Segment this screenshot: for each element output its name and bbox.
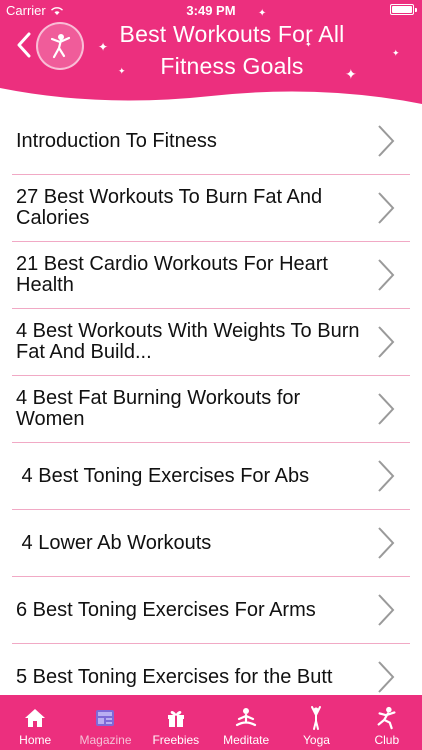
tab-home[interactable]: Home [0,695,70,750]
list-item[interactable]: 27 Best Workouts To Burn Fat And Calorie… [12,175,410,242]
yoga-icon [304,706,328,730]
home-icon [23,706,47,730]
list-item[interactable]: 4 Lower Ab Workouts [12,510,410,577]
chevron-left-icon [17,32,31,58]
app-header: Carrier 3:49 PM Best Workouts For All Fi… [0,0,422,108]
tab-label: Yoga [303,733,330,747]
tab-magazine[interactable]: Magazine [70,695,140,750]
list-item-label: 27 Best Workouts To Burn Fat And Calorie… [16,186,323,229]
chevron-right-icon [378,259,395,291]
tab-label: Home [19,733,52,747]
app-logo [36,22,84,70]
tab-label: Magazine [79,733,132,747]
chevron-right-icon [378,661,395,693]
list-item[interactable]: 4 Best Fat Burning Workouts for Women [12,376,410,443]
fitness-figure-icon [50,34,71,59]
list-item[interactable]: 4 Best Workouts With Weights To Burn Fat… [12,309,410,376]
list-item-label: 6 Best Toning Exercises For Arms [16,598,316,621]
tab-label: Freebies [152,733,200,747]
sparkle-icon: ✦ [118,66,126,76]
meditate-icon [234,706,258,730]
list-item[interactable]: Introduction To Fitness [12,108,410,175]
back-button[interactable] [16,32,36,62]
tab-label: Club [374,733,400,747]
list-item-label: Introduction To Fitness [16,129,217,152]
list-item[interactable]: 5 Best Toning Exercises for the Butt [12,644,410,695]
list-item-label: 4 Lower Ab Workouts [16,531,212,554]
page-title: Best Workouts For All Fitness Goals [119,21,345,79]
sparkle-icon: ✦ [345,66,357,82]
sparkle-icon: ✦ [392,48,400,58]
tab-yoga[interactable]: Yoga [281,695,351,750]
club-icon [375,706,399,730]
list-item-label: 21 Best Cardio Workouts For Heart Health [16,253,328,296]
tab-bar: Home Magazine Freebies Meditate Yoga Clu… [0,695,422,750]
status-time: 3:49 PM [186,3,236,18]
chevron-right-icon [378,326,395,358]
list-item-label: 4 Best Workouts With Weights To Burn Fat… [16,320,360,363]
list-item[interactable]: 6 Best Toning Exercises For Arms [12,577,410,644]
list-item[interactable]: 4 Best Toning Exercises For Abs [12,443,410,510]
sparkle-icon: ✦ [258,8,267,19]
tab-freebies[interactable]: Freebies [141,695,211,750]
sparkle-icon: ✦ [98,40,109,54]
chevron-right-icon [378,192,395,224]
chevron-right-icon [378,594,395,626]
battery-icon [390,4,417,15]
list-item[interactable]: 21 Best Cardio Workouts For Heart Health [12,242,410,309]
chevron-right-icon [378,460,395,492]
chevron-right-icon [378,125,395,157]
list-item-label: 4 Best Toning Exercises For Abs [16,464,310,487]
article-list: Introduction To Fitness 27 Best Workouts… [0,108,422,695]
chevron-right-icon [378,527,395,559]
gift-icon [164,706,188,730]
tab-club[interactable]: Club [352,695,422,750]
tab-meditate[interactable]: Meditate [211,695,281,750]
list-item-label: 4 Best Fat Burning Workouts for Women [16,387,301,430]
magazine-icon [93,706,117,730]
sparkle-icon: ✦ [305,40,312,49]
status-bar: Carrier 3:49 PM [0,0,422,20]
chevron-right-icon [378,393,395,425]
tab-label: Meditate [223,733,270,747]
list-item-label: 5 Best Toning Exercises for the Butt [16,665,333,688]
